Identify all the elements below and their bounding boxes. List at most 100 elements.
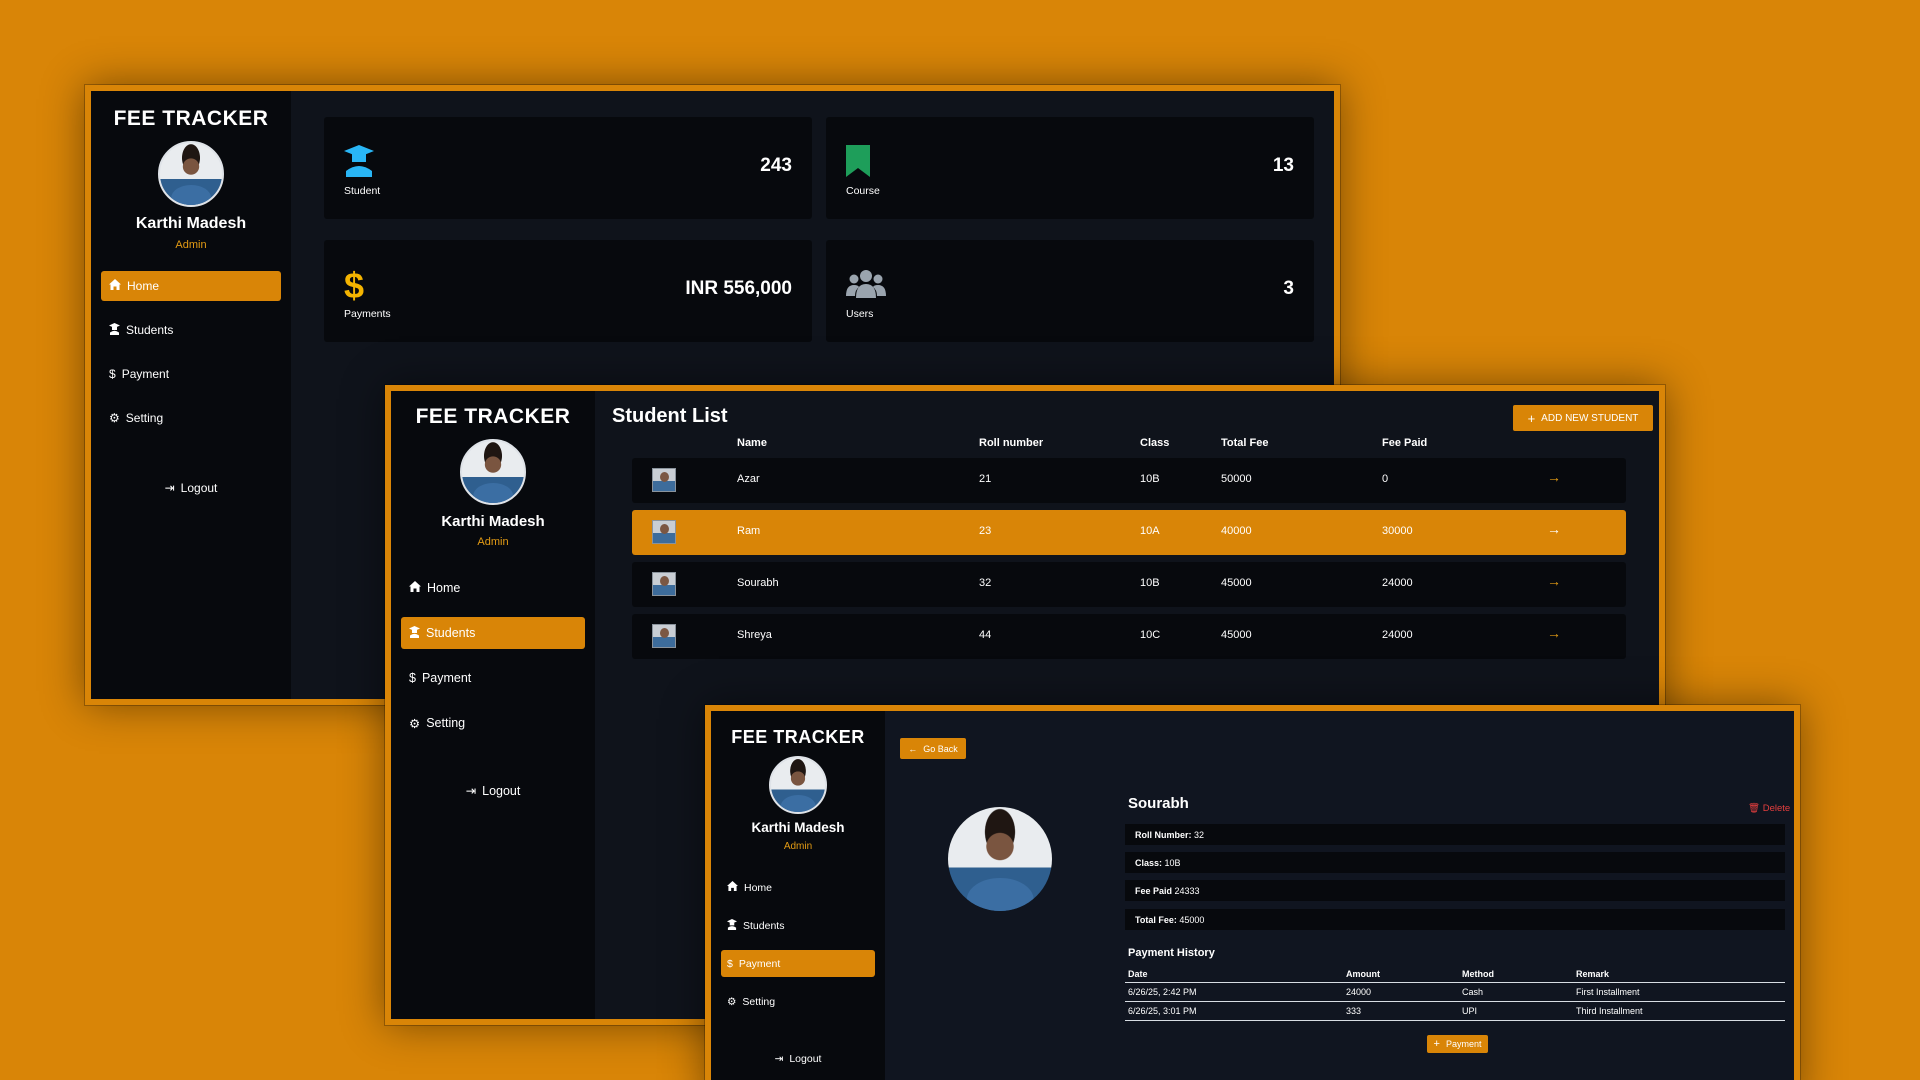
info-label: Fee Paid	[1135, 886, 1173, 896]
column-header-remark: Remark	[1573, 966, 1785, 983]
logout-button[interactable]: ⇥ Logout	[165, 481, 218, 495]
sidebar-item-students[interactable]: Students	[401, 617, 585, 649]
add-payment-label: Payment	[1445, 1039, 1482, 1049]
sidebar-item-setting[interactable]: ⚙ Setting	[401, 707, 585, 739]
stat-label: Student	[344, 185, 381, 197]
delete-button[interactable]: 🗑 Delete	[1748, 803, 1790, 814]
sidebar-item-students[interactable]: Students	[721, 912, 875, 939]
student-name: Sourabh	[1128, 795, 1189, 812]
sidebar-item-home[interactable]: Home	[721, 874, 875, 901]
logout-button[interactable]: ⇥ Logout	[466, 783, 521, 799]
sidebar-item-home[interactable]: Home	[101, 271, 281, 301]
cell-fee-paid: 24000	[1382, 629, 1413, 641]
info-value: 45000	[1179, 915, 1205, 925]
stat-label: Course	[846, 185, 880, 197]
stat-label: Payments	[344, 308, 391, 320]
graduate-icon	[109, 322, 120, 338]
cell-name: Sourabh	[737, 577, 779, 589]
arrow-right-icon[interactable]: →	[1547, 469, 1561, 485]
cell-roll: 44	[979, 629, 992, 641]
stat-card-users: Users 3	[826, 240, 1314, 342]
add-payment-button[interactable]: + Payment	[1427, 1035, 1488, 1053]
arrow-right-icon[interactable]: →	[1547, 625, 1561, 641]
cell-method: Cash	[1459, 982, 1573, 1002]
dollar-icon: $	[344, 265, 365, 306]
cell-class: 10C	[1140, 629, 1161, 641]
info-value: 10B	[1164, 858, 1181, 868]
graduate-icon	[409, 625, 420, 641]
column-header-method: Method	[1459, 966, 1573, 983]
column-header-class: Class	[1140, 437, 1170, 449]
student-thumbnail	[652, 624, 676, 648]
cell-roll: 21	[979, 473, 992, 485]
cell-fee-paid: 30000	[1382, 525, 1413, 537]
page-title: Student List	[612, 405, 728, 427]
sidebar-item-setting[interactable]: ⚙ Setting	[721, 988, 875, 1015]
column-header-fee-paid: Fee Paid	[1382, 437, 1428, 449]
sidebar-item-payment[interactable]: $ Payment	[721, 950, 875, 977]
sidebar-item-payment[interactable]: $ Payment	[401, 662, 585, 694]
add-student-button[interactable]: + ADD NEW STUDENT	[1513, 405, 1653, 431]
cell-name: Ram	[737, 525, 761, 537]
cell-fee-paid: 24000	[1382, 577, 1413, 589]
stat-value: 243	[760, 155, 792, 176]
sidebar-nav: Home Students $ Payment ⚙ Setting	[391, 572, 595, 739]
payment-history-table: Date Amount Method Remark 6/26/25, 2:42 …	[1125, 966, 1785, 1021]
sidebar-item-payment[interactable]: $ Payment	[101, 359, 281, 389]
table-row[interactable]: Sourabh 32 10B 45000 24000 →	[632, 562, 1626, 607]
table-row[interactable]: Azar 21 10B 50000 0 →	[632, 458, 1626, 503]
student-thumbnail	[652, 572, 676, 596]
table-row[interactable]: Ram 23 10A 40000 30000 →	[632, 510, 1626, 555]
cell-total-fee: 45000	[1221, 577, 1252, 589]
table-row[interactable]: Shreya 44 10C 45000 24000 →	[632, 614, 1626, 659]
sidebar-item-home[interactable]: Home	[401, 572, 585, 604]
cell-name: Azar	[737, 473, 760, 485]
sidebar: FEE TRACKER Karthi Madesh Admin Home Stu…	[391, 391, 595, 1019]
cell-total-fee: 40000	[1221, 525, 1252, 537]
info-row-roll: Roll Number: 32	[1125, 824, 1785, 845]
users-icon	[846, 268, 886, 305]
cell-amount: 333	[1343, 1001, 1459, 1021]
user-role: Admin	[783, 841, 813, 852]
sidebar-item-label: Students	[743, 919, 785, 932]
payment-history-title: Payment History	[1128, 947, 1215, 959]
student-thumbnail	[652, 468, 676, 492]
arrow-right-icon[interactable]: →	[1547, 521, 1561, 537]
table-header-row: Date Amount Method Remark	[1125, 966, 1785, 983]
sidebar-item-label: Home	[744, 881, 773, 894]
user-name: Karthi Madesh	[751, 820, 845, 835]
table-row: 6/26/25, 3:01 PM 333 UPI Third Installme…	[1125, 1001, 1785, 1021]
sidebar-item-setting[interactable]: ⚙ Setting	[101, 403, 281, 433]
avatar	[460, 439, 526, 505]
stat-value: 13	[1272, 155, 1294, 176]
column-header-date: Date	[1125, 966, 1343, 983]
user-name: Karthi Madesh	[135, 215, 247, 232]
student-photo	[948, 807, 1052, 911]
graduate-icon	[727, 918, 737, 933]
user-role: Admin	[477, 536, 509, 548]
sidebar-item-label: Payment	[738, 957, 781, 970]
cell-remark: Third Installment	[1573, 1001, 1785, 1021]
info-label: Class:	[1135, 858, 1163, 868]
stat-card-student: Student 243	[324, 117, 812, 219]
go-back-button[interactable]: ← Go Back	[900, 738, 966, 759]
column-header-name: Name	[737, 437, 767, 449]
column-header-amount: Amount	[1343, 966, 1459, 983]
sidebar-nav: Home Students $ Payment ⚙ Setting	[711, 874, 885, 1015]
logout-button[interactable]: ⇥ Logout	[775, 1053, 822, 1065]
cell-roll: 32	[979, 577, 992, 589]
app-brand: FEE TRACKER	[415, 405, 571, 428]
stat-label: Users	[846, 308, 874, 320]
stat-value: INR 556,000	[685, 278, 792, 299]
sidebar-item-label: Setting	[742, 995, 776, 1008]
plus-icon: +	[1433, 1038, 1440, 1050]
avatar	[158, 141, 224, 207]
info-value: 32	[1194, 830, 1205, 840]
graduate-icon	[344, 145, 374, 182]
cell-class: 10A	[1140, 525, 1160, 537]
sidebar-item-students[interactable]: Students	[101, 315, 281, 345]
arrow-right-icon[interactable]: →	[1547, 573, 1561, 589]
app-brand: FEE TRACKER	[731, 727, 865, 747]
logout-label: Logout	[482, 783, 521, 798]
avatar	[769, 756, 827, 814]
